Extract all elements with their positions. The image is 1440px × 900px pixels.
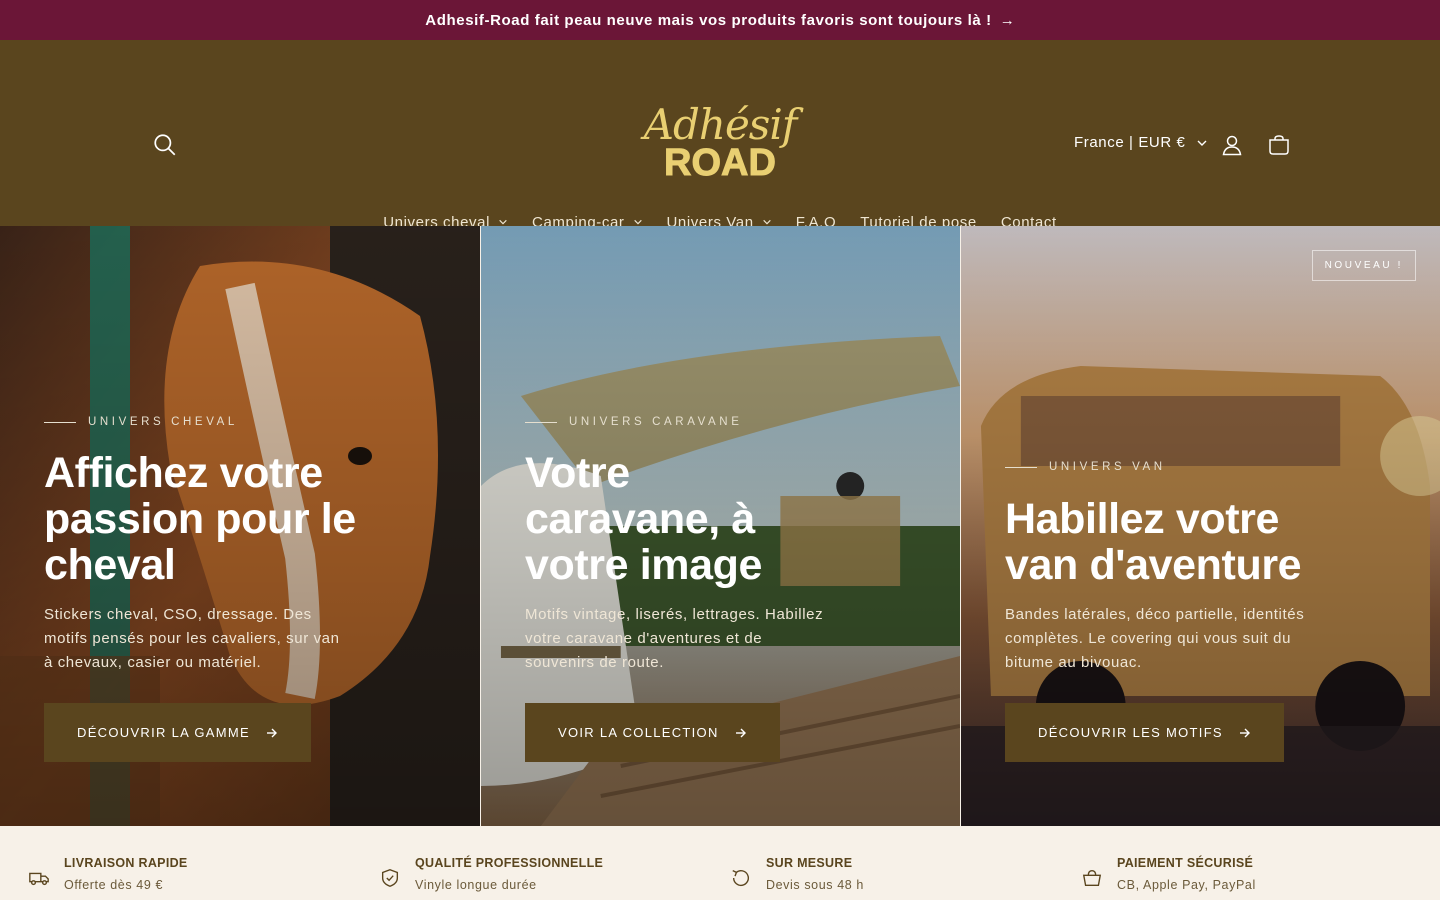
- panel-title: Votre caravane, à votre image: [525, 449, 762, 589]
- shopping-bag-icon: [1082, 869, 1102, 887]
- feature-subtitle: Offerte dès 49 €: [64, 878, 164, 892]
- arrow-right-icon: [266, 728, 277, 737]
- region-currency-selector[interactable]: France | EUR €: [1074, 134, 1208, 151]
- site-logo[interactable]: Adhésif ROAD: [640, 104, 800, 188]
- discover-motifs-button[interactable]: DÉCOUVRIR LES MOTIFS: [1005, 703, 1284, 762]
- feature-subtitle: Vinyle longue durée: [415, 878, 537, 892]
- arrow-right-icon: [1239, 728, 1250, 737]
- refresh-icon: [732, 870, 749, 887]
- announcement-bar[interactable]: Adhesif-Road fait peau neuve mais vos pr…: [0, 0, 1440, 40]
- eyebrow: UNIVERS CHEVAL: [44, 416, 238, 428]
- hero-panel-van: NOUVEAU ! UNIVERS VAN Habillez votre van…: [960, 226, 1440, 826]
- eyebrow: UNIVERS CARAVANE: [525, 416, 742, 428]
- feature-subtitle: Devis sous 48 h: [766, 878, 864, 892]
- feature-title: PAIEMENT SÉCURISÉ: [1117, 856, 1254, 870]
- feature-title: QUALITÉ PROFESSIONNELLE: [415, 856, 604, 870]
- panel-content: UNIVERS CHEVAL Affichez votre passion po…: [44, 226, 440, 826]
- feature-payment: PAIEMENT SÉCURISÉ CB, Apple Pay, PayPal: [1053, 826, 1404, 900]
- announcement-text[interactable]: Adhesif-Road fait peau neuve mais vos pr…: [425, 12, 991, 29]
- feature-subtitle: CB, Apple Pay, PayPal: [1117, 878, 1256, 892]
- panel-description: Motifs vintage, liserés, lettrages. Habi…: [525, 606, 824, 671]
- features-strip: LIVRAISON RAPIDE Offerte dès 49 € QUALIT…: [0, 826, 1440, 900]
- feature-shipping: LIVRAISON RAPIDE Offerte dès 49 €: [0, 826, 351, 900]
- region-label: France | EUR €: [1074, 134, 1186, 151]
- panel-content: UNIVERS VAN Habillez votre van d'aventur…: [1005, 226, 1400, 826]
- shield-check-icon: [381, 869, 399, 887]
- cart-icon[interactable]: [1267, 133, 1291, 157]
- eyebrow: UNIVERS VAN: [1005, 461, 1166, 473]
- button-label: VOIR LA COLLECTION: [558, 725, 719, 740]
- site-header: Adhésif ROAD France | EUR € Univers chev…: [0, 40, 1440, 231]
- logo-wordmark: ROAD: [664, 142, 777, 184]
- divider: [44, 421, 76, 423]
- panel-title: Habillez votre van d'aventure: [1005, 495, 1302, 589]
- panel-title: Affichez votre passion pour le cheval: [44, 449, 356, 589]
- account-icon[interactable]: [1220, 133, 1244, 157]
- search-icon[interactable]: [152, 132, 178, 158]
- divider: [525, 421, 557, 423]
- divider: [1005, 466, 1037, 468]
- hero-panel-cheval: UNIVERS CHEVAL Affichez votre passion po…: [0, 226, 480, 826]
- eyebrow-text: UNIVERS CHEVAL: [88, 416, 238, 428]
- panel-description: Bandes latérales, déco partielle, identi…: [1005, 606, 1305, 671]
- feature-title: LIVRAISON RAPIDE: [64, 856, 188, 870]
- eyebrow-text: UNIVERS VAN: [1049, 461, 1166, 473]
- truck-icon: [29, 872, 49, 886]
- eyebrow-text: UNIVERS CARAVANE: [569, 416, 743, 428]
- arrow-right-icon: →: [999, 11, 1015, 29]
- panel-description: Stickers cheval, CSO, dressage. Des moti…: [44, 606, 340, 671]
- discover-range-button[interactable]: DÉCOUVRIR LA GAMME: [44, 703, 311, 762]
- feature-custom: SUR MESURE Devis sous 48 h: [702, 826, 1053, 900]
- arrow-right-icon: [735, 728, 746, 737]
- view-collection-button[interactable]: VOIR LA COLLECTION: [525, 703, 780, 762]
- hero-collections: UNIVERS CHEVAL Affichez votre passion po…: [0, 226, 1440, 826]
- button-label: DÉCOUVRIR LA GAMME: [77, 725, 250, 740]
- button-label: DÉCOUVRIR LES MOTIFS: [1038, 725, 1223, 740]
- panel-content: UNIVERS CARAVANE Votre caravane, à votre…: [525, 226, 920, 826]
- feature-title: SUR MESURE: [766, 856, 853, 870]
- logo-script: Adhésif: [643, 100, 798, 149]
- feature-quality: QUALITÉ PROFESSIONNELLE Vinyle longue du…: [351, 826, 702, 900]
- chevron-down-icon: [1197, 140, 1206, 146]
- hero-panel-caravane: UNIVERS CARAVANE Votre caravane, à votre…: [480, 226, 960, 826]
